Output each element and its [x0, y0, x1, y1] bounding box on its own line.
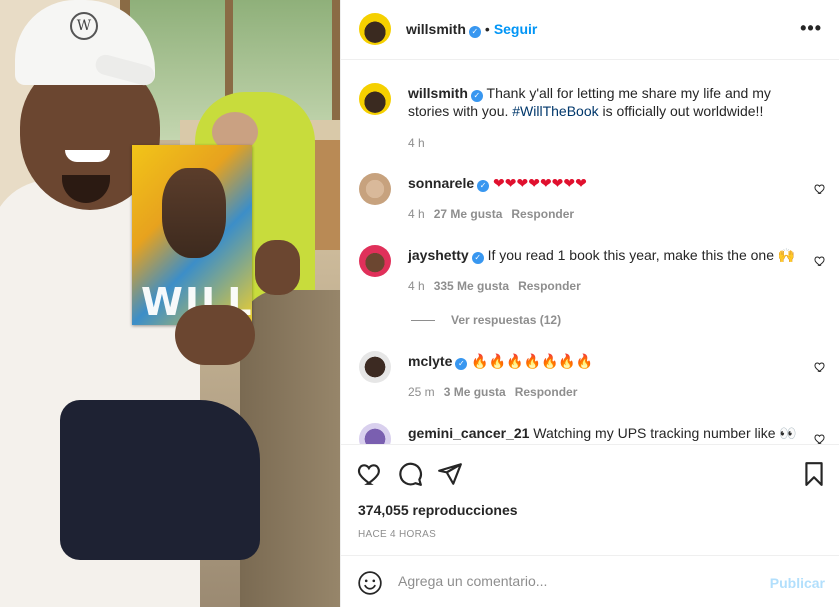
- header-username[interactable]: willsmith: [406, 21, 466, 37]
- caption-hashtag[interactable]: #WillTheBook: [512, 103, 598, 119]
- media-shorts: [60, 400, 260, 560]
- caption-time: 4 h: [408, 136, 425, 150]
- verified-badge-icon: ✓: [477, 180, 490, 192]
- more-options-icon[interactable]: •••: [800, 18, 822, 39]
- post-media-video[interactable]: W WILL: [0, 0, 340, 607]
- comment-username[interactable]: gemini_cancer_21: [408, 425, 529, 441]
- view-replies-button[interactable]: Ver respuestas (12): [411, 313, 561, 327]
- media-hand: [175, 305, 255, 365]
- comment-item: sonnarele ✓ ❤❤❤❤❤❤❤❤ 4 h 27 Me gusta Respon…: [341, 173, 839, 233]
- caption-username[interactable]: willsmith: [408, 85, 468, 101]
- comment-input[interactable]: Agrega un comentario...: [398, 573, 547, 589]
- comment-username[interactable]: jayshetty: [408, 247, 469, 263]
- comment-body: ❤❤❤❤❤❤❤❤: [493, 175, 587, 191]
- comment-meta: 4 h 335 Me gusta Responder: [408, 279, 590, 293]
- comment-body: If you read 1 book this year, make this …: [487, 247, 796, 263]
- media-hand-right: [255, 240, 300, 295]
- comments-list: willsmith ✓ Thank y'all for letting me sh…: [341, 61, 839, 444]
- header-user-line: willsmith ✓ • Seguir: [406, 21, 537, 38]
- view-count[interactable]: 374,055 reproducciones: [358, 502, 518, 518]
- comment-time: 25 m: [408, 385, 435, 399]
- bookmark-icon[interactable]: [801, 461, 827, 487]
- verified-badge-icon: ✓: [468, 26, 481, 38]
- comment-username[interactable]: sonnarele: [408, 175, 474, 191]
- comment-meta: 25 m 3 Me gusta Responder: [408, 385, 586, 399]
- post-header: willsmith ✓ • Seguir •••: [341, 0, 839, 60]
- share-icon[interactable]: [437, 461, 463, 487]
- comment-text: gemini_cancer_21 Watching my UPS trackin…: [408, 424, 800, 442]
- comment-likes[interactable]: 27 Me gusta: [434, 207, 503, 221]
- post-timestamp: HACE 4 HORAS: [358, 529, 437, 540]
- like-comment-heart-icon[interactable]: [814, 361, 826, 373]
- comment-body: 🔥🔥🔥🔥🔥🔥🔥: [471, 353, 594, 369]
- emoji-icon[interactable]: [357, 570, 383, 596]
- comment-avatar[interactable]: [359, 173, 391, 205]
- comment-username[interactable]: mclyte: [408, 353, 452, 369]
- comment-item: jayshetty ✓ If you read 1 book this year,…: [341, 245, 839, 335]
- like-comment-heart-icon[interactable]: [814, 183, 826, 195]
- publish-button[interactable]: Publicar: [770, 575, 825, 591]
- add-comment-bar: Agrega un comentario... Publicar: [341, 555, 839, 607]
- post-panel: willsmith ✓ • Seguir ••• willsmith ✓ Thank y…: [340, 0, 839, 607]
- heart-icon[interactable]: [357, 461, 383, 487]
- like-comment-heart-icon[interactable]: [814, 255, 826, 267]
- comment-item: gemini_cancer_21 Watching my UPS trackin…: [341, 423, 839, 444]
- comment-body: Watching my UPS tracking number like 👀: [533, 425, 797, 441]
- comment-time: 4 h: [408, 207, 425, 221]
- media-book-portrait: [162, 168, 226, 258]
- comment-avatar[interactable]: [359, 351, 391, 383]
- comment-avatar[interactable]: [359, 245, 391, 277]
- follow-button[interactable]: Seguir: [494, 21, 538, 37]
- comment-text: jayshetty ✓ If you read 1 book this year,…: [408, 246, 800, 264]
- comment-avatar[interactable]: [359, 423, 391, 444]
- header-separator: •: [484, 21, 490, 37]
- verified-badge-icon: ✓: [470, 90, 483, 102]
- caption-meta: 4 h: [408, 136, 434, 150]
- post-actions: 374,055 reproducciones HACE 4 HORAS: [341, 444, 839, 554]
- caption-body-end: is officially out worldwide!!: [598, 103, 764, 119]
- verified-badge-icon: ✓: [455, 358, 468, 370]
- caption-text: willsmith ✓ Thank y'all for letting me sh…: [408, 84, 800, 120]
- verified-badge-icon: ✓: [471, 252, 484, 264]
- comment-reply-button[interactable]: Responder: [518, 279, 581, 293]
- avatar[interactable]: [359, 13, 391, 45]
- comment-item: mclyte ✓ 🔥🔥🔥🔥🔥🔥🔥 25 m 3 Me gusta Responder: [341, 351, 839, 411]
- like-comment-heart-icon[interactable]: [814, 433, 826, 444]
- comment-meta: 4 h 27 Me gusta Responder: [408, 207, 583, 221]
- comment-time: 4 h: [408, 279, 425, 293]
- media-smile: [65, 150, 110, 162]
- comment-text: sonnarele ✓ ❤❤❤❤❤❤❤❤: [408, 174, 800, 192]
- comment-likes[interactable]: 3 Me gusta: [444, 385, 506, 399]
- media-cap-logo: W: [70, 12, 98, 40]
- comment-reply-button[interactable]: Responder: [511, 207, 574, 221]
- caption: willsmith ✓ Thank y'all for letting me sh…: [341, 75, 839, 155]
- comment-reply-button[interactable]: Responder: [515, 385, 578, 399]
- comment-icon[interactable]: [397, 461, 423, 487]
- caption-avatar[interactable]: [359, 83, 391, 115]
- comment-text: mclyte ✓ 🔥🔥🔥🔥🔥🔥🔥: [408, 352, 800, 370]
- comment-likes[interactable]: 335 Me gusta: [434, 279, 509, 293]
